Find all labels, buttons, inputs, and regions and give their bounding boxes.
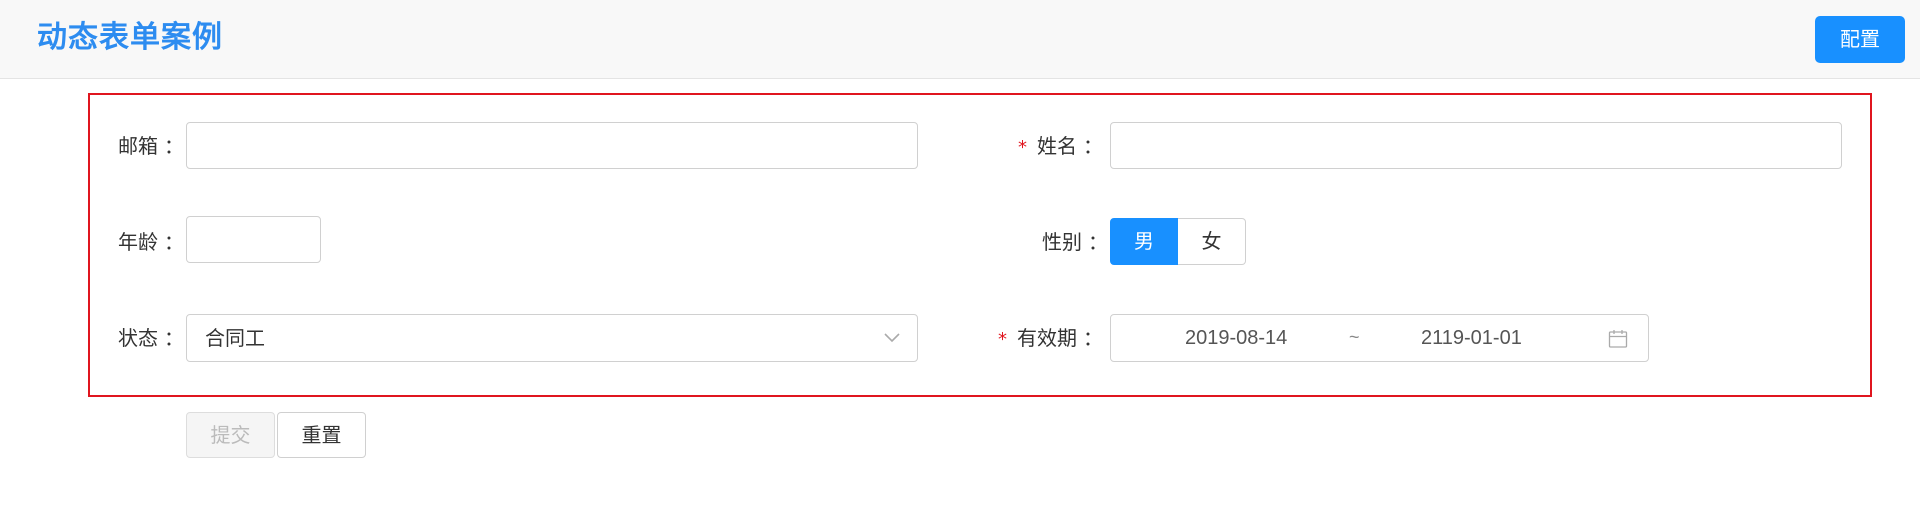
name-label: * 姓名： — [1018, 134, 1103, 158]
header-bar: 动态表单案例 配置 — [0, 0, 1920, 79]
date-range-end[interactable]: 2119-01-01 — [1421, 315, 1522, 361]
gender-radio-group: 男 女 — [1110, 218, 1246, 265]
gender-label: 性别： — [1042, 230, 1108, 254]
age-label: 年龄： — [118, 230, 184, 254]
validity-label: * 有效期： — [998, 326, 1103, 350]
page-title: 动态表单案例 — [37, 21, 223, 54]
validity-date-range[interactable]: 2019-08-14 ~ 2119-01-01 — [1110, 314, 1649, 362]
calendar-icon[interactable] — [1608, 329, 1628, 349]
status-select-value: 合同工 — [205, 326, 265, 350]
status-label: 状态： — [118, 326, 184, 350]
required-mark: * — [1018, 137, 1027, 158]
email-input[interactable] — [186, 122, 918, 169]
submit-button[interactable]: 提交 — [186, 412, 275, 458]
date-range-separator: ~ — [1349, 327, 1360, 347]
status-select[interactable]: 合同工 — [186, 314, 918, 362]
reset-button[interactable]: 重置 — [277, 412, 366, 458]
gender-option-male[interactable]: 男 — [1110, 218, 1178, 265]
email-label: 邮箱： — [118, 134, 184, 158]
date-range-start[interactable]: 2019-08-14 — [1185, 315, 1287, 361]
gender-option-female[interactable]: 女 — [1178, 218, 1246, 265]
config-button[interactable]: 配置 — [1815, 16, 1905, 63]
name-input[interactable] — [1110, 122, 1842, 169]
required-mark: * — [998, 329, 1007, 350]
age-input[interactable] — [186, 216, 321, 263]
chevron-down-icon — [884, 333, 900, 343]
